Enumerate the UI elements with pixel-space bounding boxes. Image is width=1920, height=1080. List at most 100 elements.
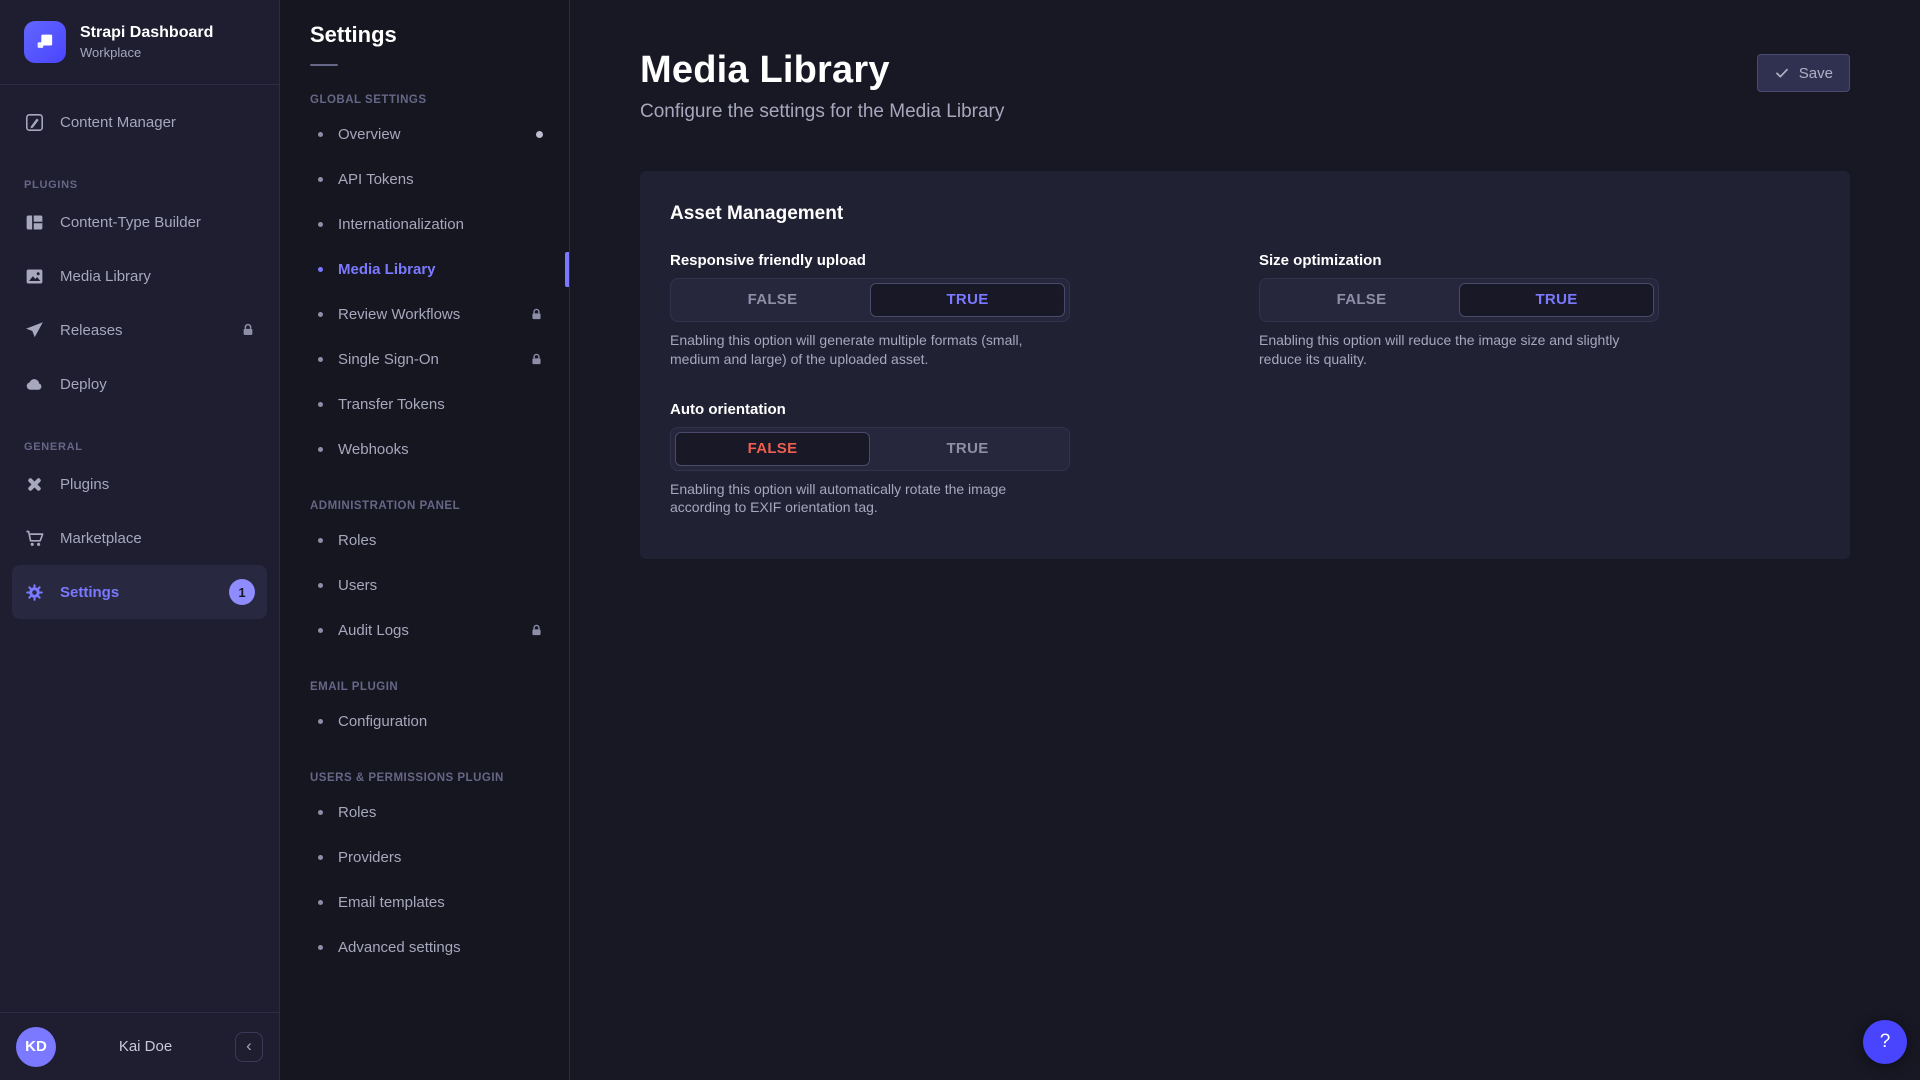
help-button[interactable]: ? [1863,1020,1907,1064]
settings-nav-label: Internationalization [338,216,464,233]
settings-nav-label: Users [338,577,377,594]
field-responsive-friendly-upload: Responsive friendly upload FALSE TRUE En… [670,252,1070,369]
settings-nav-item-overview[interactable]: Overview [280,112,569,157]
page-subtitle: Configure the settings for the Media Lib… [640,101,1004,123]
settings-nav-item-review-workflows[interactable]: Review Workflows [280,292,569,337]
toggle-false-option[interactable]: FALSE [1264,283,1459,317]
toggle-false-option[interactable]: FALSE [675,283,870,317]
sidebar-item-label: Deploy [60,376,107,393]
notification-dot-icon [536,131,543,138]
bullet-icon [318,945,323,950]
asset-management-card: Asset Management Responsive friendly upl… [640,171,1850,560]
settings-gear-icon [24,582,45,603]
bullet-icon [318,222,323,227]
field-hint: Enabling this option will generate multi… [670,331,1070,369]
app-root: Strapi Dashboard Workplace Content Manag… [0,0,1920,1080]
sidebar-section-general: GENERAL [24,441,255,453]
sidebar-item-content-manager[interactable]: Content Manager [12,95,267,149]
bullet-icon [318,719,323,724]
brand-header: Strapi Dashboard Workplace [0,0,279,85]
toggle-true-option[interactable]: TRUE [870,432,1065,466]
marketplace-cart-icon [24,528,45,549]
field-hint: Enabling this option will reduce the ima… [1259,331,1659,369]
bullet-icon [318,538,323,543]
toggle-true-option[interactable]: TRUE [1459,283,1654,317]
lock-icon [530,353,543,366]
settings-nav-item-internationalization[interactable]: Internationalization [280,202,569,247]
brand-title: Strapi Dashboard [80,24,213,42]
bullet-icon [318,402,323,407]
sidebar-item-label: Content Manager [60,114,176,131]
subnav-title: Settings [280,22,569,48]
sidebar-item-label: Plugins [60,476,109,493]
toggle-true-option[interactable]: TRUE [870,283,1065,317]
settings-nav-item-users[interactable]: Users [280,563,569,608]
sidebar-item-releases[interactable]: Releases [12,303,267,357]
settings-nav-item-webhooks[interactable]: Webhooks [280,427,569,472]
page-header: Media Library Configure the settings for… [640,50,1850,123]
sidebar-section-plugins: PLUGINS [24,179,255,191]
sidebar-item-media-library[interactable]: Media Library [12,249,267,303]
sidebar-item-content-type-builder[interactable]: Content-Type Builder [12,195,267,249]
sidebar-item-label: Releases [60,322,123,339]
toggle-false-option[interactable]: FALSE [675,432,870,466]
brand-subtitle: Workplace [80,45,213,60]
content-type-builder-icon [24,212,45,233]
settings-subnav: Settings GLOBAL SETTINGS Overview API To… [280,0,570,1080]
sidebar-item-plugins[interactable]: Plugins [12,457,267,511]
sidebar-item-settings[interactable]: Settings 1 [12,565,267,619]
save-button[interactable]: Save [1757,54,1850,92]
user-name: Kai Doe [66,1038,225,1055]
sidebar-collapse-button[interactable]: ‹ [235,1032,263,1062]
user-avatar[interactable]: KD [16,1027,56,1067]
size-optimization-toggle: FALSE TRUE [1259,278,1659,322]
field-label: Auto orientation [670,401,1070,418]
settings-nav-item-api-tokens[interactable]: API Tokens [280,157,569,202]
settings-nav-label: Email templates [338,894,445,911]
plugins-puzzle-icon [24,474,45,495]
main-sidebar: Strapi Dashboard Workplace Content Manag… [0,0,280,1080]
settings-nav-item-media-library[interactable]: Media Library [280,247,569,292]
settings-nav-item-providers[interactable]: Providers [280,835,569,880]
sidebar-item-deploy[interactable]: Deploy [12,357,267,411]
sidebar-nav: Content Manager PLUGINS Content-Type Bui… [0,85,279,1012]
sidebar-footer: KD Kai Doe ‹ [0,1012,279,1080]
bullet-icon [318,628,323,633]
bullet-icon [318,312,323,317]
settings-nav-item-roles-admin[interactable]: Roles [280,518,569,563]
subnav-section-email-plugin: EMAIL PLUGIN Configuration [280,681,569,744]
settings-nav-label: Transfer Tokens [338,396,445,413]
sidebar-item-label: Marketplace [60,530,142,547]
settings-nav-label: Configuration [338,713,427,730]
settings-nav-label: Roles [338,804,376,821]
responsive-upload-toggle: FALSE TRUE [670,278,1070,322]
card-title: Asset Management [670,203,1820,225]
settings-nav-label: Review Workflows [338,306,460,323]
subnav-section-global: GLOBAL SETTINGS Overview API Tokens Inte… [280,94,569,472]
save-button-label: Save [1799,65,1833,82]
auto-orientation-toggle: FALSE TRUE [670,427,1070,471]
settings-nav-item-configuration[interactable]: Configuration [280,699,569,744]
bullet-icon [318,900,323,905]
main-content: Media Library Configure the settings for… [570,0,1920,1080]
settings-nav-label: Media Library [338,261,436,278]
settings-nav-label: Webhooks [338,441,409,458]
lock-icon [530,624,543,637]
sidebar-item-marketplace[interactable]: Marketplace [12,511,267,565]
settings-nav-item-transfer-tokens[interactable]: Transfer Tokens [280,382,569,427]
field-hint: Enabling this option will automatically … [670,480,1070,518]
settings-nav-item-advanced-settings[interactable]: Advanced settings [280,925,569,970]
settings-nav-item-roles-up[interactable]: Roles [280,790,569,835]
settings-nav-item-single-sign-on[interactable]: Single Sign-On [280,337,569,382]
lock-icon [530,308,543,321]
subnav-section-header: EMAIL PLUGIN [280,681,569,693]
page-header-text: Media Library Configure the settings for… [640,50,1004,123]
settings-nav-item-audit-logs[interactable]: Audit Logs [280,608,569,653]
subnav-section-admin-panel: ADMINISTRATION PANEL Roles Users Audit L… [280,500,569,653]
check-icon [1774,65,1790,81]
settings-nav-label: API Tokens [338,171,414,188]
bullet-icon [318,132,323,137]
settings-nav-item-email-templates[interactable]: Email templates [280,880,569,925]
field-auto-orientation: Auto orientation FALSE TRUE Enabling thi… [670,401,1070,518]
settings-nav-label: Advanced settings [338,939,461,956]
